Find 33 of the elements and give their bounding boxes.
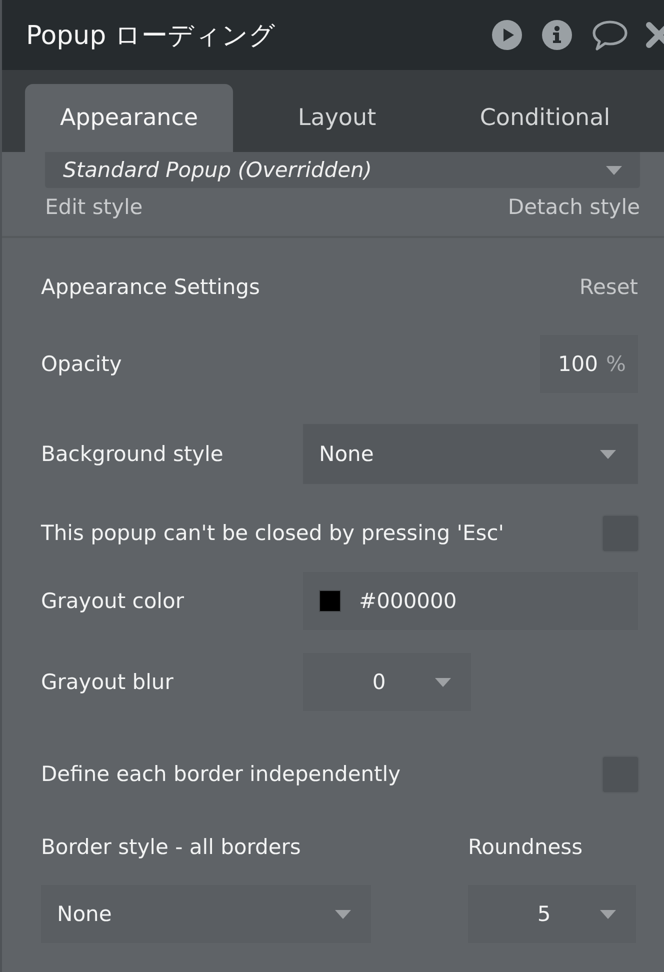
setting-label: Roundness <box>468 835 583 859</box>
detach-style-link[interactable]: Detach style <box>508 195 640 219</box>
setting-label: This popup can't be closed by pressing 'Esc' <box>41 521 504 545</box>
caret-icon <box>335 910 351 918</box>
dropdown[interactable]: 0 <box>303 653 471 711</box>
comment-icon[interactable] <box>592 20 628 50</box>
setting-label: Opacity <box>41 352 122 376</box>
setting-label: Border style - all borders <box>41 835 301 859</box>
caret-icon <box>435 678 451 686</box>
style-dropdown[interactable]: Standard Popup (Overridden) <box>45 152 640 188</box>
caret-icon <box>606 166 622 174</box>
tab[interactable]: Conditional <box>441 84 649 152</box>
tab[interactable]: Layout <box>233 84 441 152</box>
close-icon[interactable] <box>646 22 664 48</box>
color-field[interactable]: #000000 <box>303 572 638 630</box>
window-title: Popup ローディング <box>26 20 276 52</box>
setting-label: Define each border independently <box>41 762 401 786</box>
dropdown[interactable]: None <box>41 885 371 943</box>
section-title: Appearance Settings <box>41 275 260 299</box>
caret-icon <box>600 450 616 458</box>
color-swatch-icon[interactable] <box>319 590 341 612</box>
reset-link[interactable]: Reset <box>579 275 638 299</box>
info-icon[interactable] <box>542 20 572 50</box>
edit-style-link[interactable]: Edit style <box>45 195 143 219</box>
setting-label: Background style <box>41 442 224 466</box>
setting-label: Grayout color <box>41 589 184 613</box>
number-field[interactable]: 100 % <box>540 335 638 393</box>
dropdown[interactable]: 5 <box>468 885 636 943</box>
setting-label: Grayout blur <box>41 670 174 694</box>
dropdown[interactable]: None <box>303 424 638 484</box>
tab[interactable]: Appearance <box>25 84 233 152</box>
play-icon[interactable] <box>492 20 522 50</box>
caret-icon <box>600 910 616 918</box>
